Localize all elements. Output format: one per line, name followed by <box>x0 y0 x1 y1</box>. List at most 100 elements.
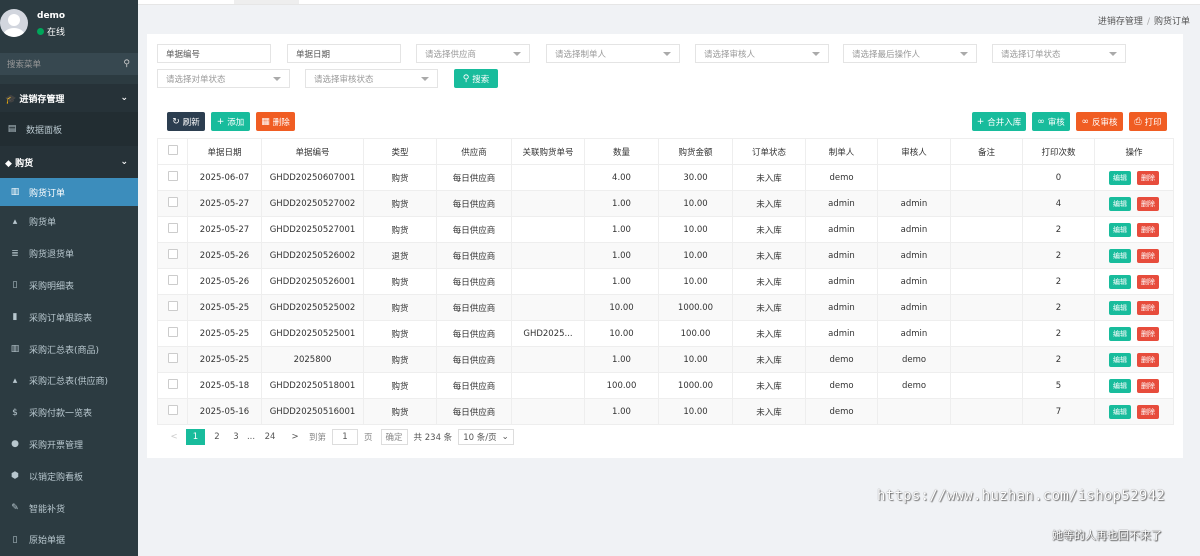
sidebar-item-4[interactable]: ▯ 采购明细表 <box>0 269 138 302</box>
table-row[interactable]: 2025-05-18 GHDD20250518001 购货 每日供应商 100.00 10… <box>157 372 1174 399</box>
row-checkbox[interactable] <box>167 275 178 285</box>
table-cell: 1.00 <box>584 190 659 217</box>
recon-status-select[interactable]: 请选择对单状态 <box>157 69 290 88</box>
edit-button[interactable]: 编辑 <box>1109 300 1131 315</box>
maker-select[interactable]: 请选择制单人 <box>546 44 680 63</box>
supplier-select[interactable]: 请选择供应商 <box>416 44 530 63</box>
audit-status-select[interactable]: 请选择审核状态 <box>305 69 438 88</box>
sidebar-item-6[interactable]: ▥ 采购汇总表(商品) <box>0 333 138 365</box>
table-row[interactable]: 2025-05-26 GHDD20250526001 购货 每日供应商 1.00 10.0… <box>157 268 1174 295</box>
row-select-cell[interactable] <box>157 242 188 269</box>
tab[interactable] <box>234 0 299 4</box>
sidebar-item-8[interactable]: $ 采购付款一览表 <box>0 396 138 429</box>
row-delete-button[interactable]: 删除 <box>1137 170 1159 185</box>
row-select-cell[interactable] <box>157 268 188 295</box>
sidebar-item-11[interactable]: ✎ 智能补货 <box>0 492 138 524</box>
menu-search[interactable]: 搜索菜单 ⚲ <box>0 53 138 75</box>
table-row[interactable]: 2025-05-27 GHDD20250527002 购货 每日供应商 1.00 10.0… <box>157 190 1174 217</box>
row-delete-button[interactable]: 删除 <box>1137 196 1159 211</box>
edit-button[interactable]: 编辑 <box>1109 196 1131 211</box>
table-row[interactable]: 2025-06-07 GHDD20250607001 购货 每日供应商 4.00 30.0… <box>157 164 1174 191</box>
search-icon[interactable]: ⚲ <box>123 59 130 69</box>
table-row[interactable]: 2025-05-27 GHDD20250527001 购货 每日供应商 1.00 10.0… <box>157 216 1174 243</box>
sidebar-item-5[interactable]: ▮ 采购订单跟踪表 <box>0 301 138 334</box>
sidebar-item-12[interactable]: ▯ 原始单据 <box>0 523 138 556</box>
sidebar-item-3[interactable]: ≣ 购货退货单 <box>0 237 138 270</box>
table-row[interactable]: 2025-05-26 GHDD20250526002 退货 每日供应商 1.00 10.0… <box>157 242 1174 269</box>
search-button[interactable]: ⚲ 搜索 <box>454 69 498 88</box>
row-select-cell[interactable] <box>157 372 188 399</box>
auditor-select[interactable]: 请选择审核人 <box>695 44 829 63</box>
menu-group-inventory[interactable]: 🎓 进销存管理 ⌄ <box>0 84 138 112</box>
edit-button[interactable]: 编辑 <box>1109 170 1131 185</box>
sidebar-item-2[interactable]: ▴ 购货单 <box>0 206 138 238</box>
goto-page-input[interactable]: 1 <box>332 429 359 445</box>
menu-group-purchase[interactable]: ◆ 购货 ⌄ <box>0 146 138 178</box>
merge-stockin-button[interactable]: + 合并入库 <box>972 112 1026 131</box>
select-all-header[interactable] <box>157 138 188 165</box>
page-1[interactable]: 1 <box>186 429 205 445</box>
row-select-cell[interactable] <box>157 294 188 321</box>
table-row[interactable]: 2025-05-25 GHDD20250525001 购货 每日供应商 GHD2025.… <box>157 320 1174 347</box>
page-2[interactable]: 2 <box>210 430 224 444</box>
table-cell <box>950 164 1023 191</box>
last-operator-select[interactable]: 请选择最后操作人 <box>843 44 977 63</box>
sidebar-item-9[interactable]: ● 采购开票管理 <box>0 428 138 461</box>
sidebar-item-7[interactable]: ▴ 采购汇总表(供应商) <box>0 364 138 397</box>
edit-button[interactable]: 编辑 <box>1109 274 1131 289</box>
row-delete-button[interactable]: 删除 <box>1137 300 1159 315</box>
sidebar-item-1[interactable]: ▥ 购货订单 <box>0 178 138 206</box>
row-select-cell[interactable] <box>157 398 188 425</box>
delete-button[interactable]: ▦ 删除 <box>256 112 295 131</box>
row-delete-button[interactable]: 删除 <box>1137 222 1159 237</box>
table-cell: admin <box>805 320 878 347</box>
row-select-cell[interactable] <box>157 320 188 347</box>
edit-button[interactable]: 编辑 <box>1109 378 1131 393</box>
row-checkbox[interactable] <box>167 197 178 207</box>
row-checkbox[interactable] <box>167 379 178 389</box>
doc-no-input[interactable]: 单据编号 <box>157 44 271 63</box>
page-last[interactable]: 24 <box>263 430 277 444</box>
refresh-button[interactable]: ↻ 刷新 <box>167 112 205 131</box>
edit-button[interactable]: 编辑 <box>1109 222 1131 237</box>
row-delete-button[interactable]: 删除 <box>1137 274 1159 289</box>
edit-button[interactable]: 编辑 <box>1109 248 1131 263</box>
edit-button[interactable]: 编辑 <box>1109 404 1131 419</box>
row-delete-button[interactable]: 删除 <box>1137 352 1159 367</box>
unaudit-button[interactable]: ∞ 反审核 <box>1076 112 1123 131</box>
row-select-cell[interactable] <box>157 346 188 373</box>
page-size-select[interactable]: 10 条/页 ⌄ <box>458 429 514 445</box>
table-row[interactable]: 2025-05-25 GHDD20250525002 购货 每日供应商 10.00 100… <box>157 294 1174 321</box>
row-checkbox[interactable] <box>167 353 178 363</box>
row-checkbox[interactable] <box>167 171 178 181</box>
order-status-select[interactable]: 请选择订单状态 <box>992 44 1126 63</box>
row-select-cell[interactable] <box>157 216 188 243</box>
select-all-checkbox[interactable] <box>167 145 178 155</box>
row-checkbox[interactable] <box>167 405 178 415</box>
prev-page-icon[interactable]: < <box>167 430 181 444</box>
row-delete-button[interactable]: 删除 <box>1137 326 1159 341</box>
next-page-icon[interactable]: > <box>288 430 302 444</box>
row-delete-button[interactable]: 删除 <box>1137 378 1159 393</box>
sidebar-item-dashboard[interactable]: ▤ 数据面板 <box>0 112 138 146</box>
table-row[interactable]: 2025-05-25 2025800 购货 每日供应商 1.00 10.00 未入库 demo… <box>157 346 1174 373</box>
edit-button[interactable]: 编辑 <box>1109 326 1131 341</box>
row-delete-button[interactable]: 删除 <box>1137 248 1159 263</box>
doc-date-input[interactable]: 单据日期 <box>287 44 401 63</box>
print-button[interactable]: ⎙ 打印 <box>1129 112 1167 131</box>
row-checkbox[interactable] <box>167 327 178 337</box>
row-checkbox[interactable] <box>167 301 178 311</box>
row-checkbox[interactable] <box>167 249 178 259</box>
row-select-cell[interactable] <box>157 164 188 191</box>
goto-confirm-button[interactable]: 确定 <box>380 429 408 445</box>
table-row[interactable]: 2025-05-16 GHDD20250516001 购货 每日供应商 1.00 10.0… <box>157 398 1174 425</box>
audit-button[interactable]: ∞ 审核 <box>1032 112 1070 131</box>
row-select-cell[interactable] <box>157 190 188 217</box>
sidebar-item-10[interactable]: ⬢ 以销定购看板 <box>0 460 138 493</box>
row-checkbox[interactable] <box>167 223 178 233</box>
row-delete-button[interactable]: 删除 <box>1137 404 1159 419</box>
page-3[interactable]: 3 <box>229 430 243 444</box>
breadcrumb-parent[interactable]: 进销存管理 <box>1098 17 1143 27</box>
add-button[interactable]: + 添加 <box>211 112 250 131</box>
edit-button[interactable]: 编辑 <box>1109 352 1131 367</box>
